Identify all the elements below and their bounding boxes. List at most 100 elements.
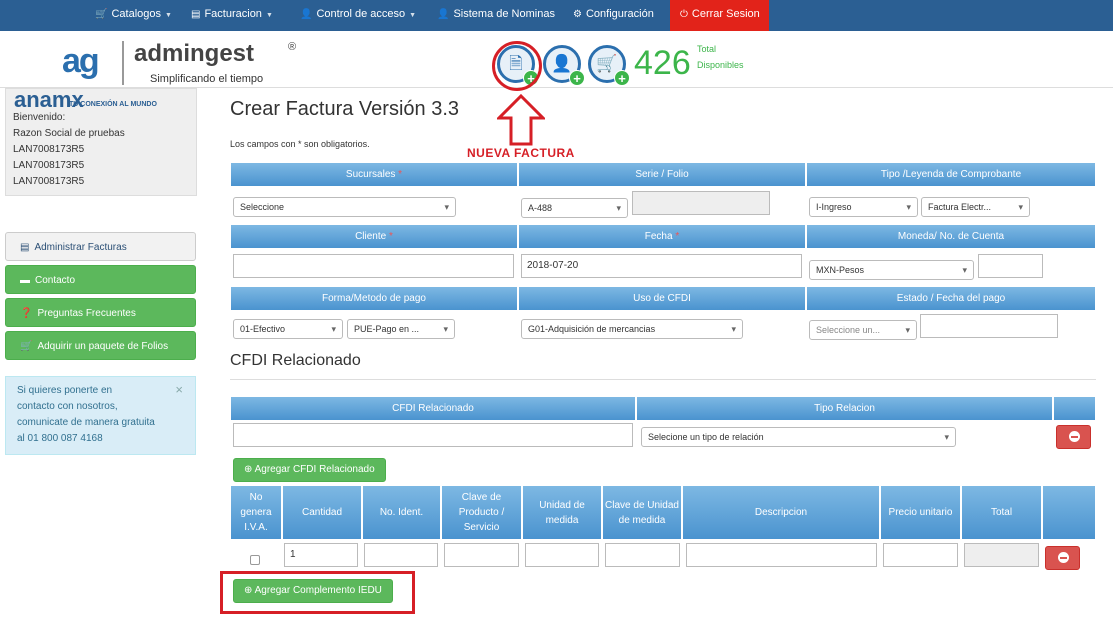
nueva-factura-label: NUEVA FACTURA: [467, 146, 575, 160]
col-precio: Precio unitario: [881, 486, 961, 539]
header-cliente: Cliente *: [231, 225, 518, 248]
sucursal-select[interactable]: Seleccione: [233, 197, 456, 217]
info-line-1: Si quieres ponerte en: [17, 385, 113, 396]
no-iva-checkbox[interactable]: [250, 555, 260, 565]
estado-select[interactable]: Seleccione un...: [809, 320, 917, 340]
highlight-box: [220, 571, 415, 614]
plus-icon: +: [614, 70, 630, 86]
required-mark: *: [389, 231, 393, 242]
nav-catalogos[interactable]: 🛒 Catalogos ▼: [95, 0, 172, 31]
cantidad-input[interactable]: 1: [284, 543, 358, 567]
col-total: Total: [962, 486, 1042, 539]
caret-down-icon: ▼: [265, 12, 273, 19]
nav-facturacion[interactable]: ▤ Facturacion ▼: [191, 0, 273, 31]
header-fecha: Fecha *: [519, 225, 806, 248]
clave-unidad-input[interactable]: [605, 543, 680, 567]
sidebar-administrar-facturas[interactable]: ▤ Administrar Facturas: [5, 232, 196, 261]
cart-icon: 🛒: [20, 341, 33, 352]
tipo-relacion-select[interactable]: Selecione un tipo de relación: [641, 427, 956, 447]
rfc-line-1: LAN7008173R5: [13, 144, 85, 155]
sidebar-preguntas-label: Preguntas Frecuentes: [37, 308, 136, 319]
uso-cfdi-select[interactable]: G01-Adquisición de mercancias: [521, 319, 743, 339]
total-field: [964, 543, 1039, 567]
leyenda-select[interactable]: Factura Electr...: [921, 197, 1030, 217]
caret-down-icon: ▼: [165, 12, 172, 19]
rfc-line-3: LAN7008173R5: [13, 176, 85, 187]
col-ident: No. Ident.: [363, 486, 441, 539]
plus-circle-icon: ⊕: [244, 464, 255, 475]
count-label-disponibles: Disponibles: [697, 60, 744, 70]
cuenta-input[interactable]: [978, 254, 1043, 278]
descripcion-input[interactable]: [686, 543, 877, 567]
nav-nominas-label: Sistema de Nominas: [453, 8, 555, 20]
nav-facturacion-label: Facturacion: [204, 8, 262, 20]
chat-icon: ▬: [20, 275, 30, 286]
remove-cfdi-button[interactable]: [1056, 425, 1091, 449]
folios-count-label: Total Disponibles: [697, 41, 744, 73]
col-actions: [1043, 486, 1096, 539]
col-cantidad: Cantidad: [283, 486, 362, 539]
ident-input[interactable]: [364, 543, 438, 567]
up-arrow-icon: [497, 94, 545, 146]
logo-name: admingest: [134, 40, 255, 67]
company-logo: anamx: [14, 87, 84, 112]
sidebar-preguntas[interactable]: ❓ Preguntas Frecuentes: [5, 298, 196, 327]
header-sucursales: Sucursales *: [231, 163, 518, 186]
divider: [230, 379, 1096, 380]
col-descripcion: Descripcion: [683, 486, 880, 539]
nav-configuracion[interactable]: ⚙ Configuración: [573, 0, 654, 31]
tipo-comprobante-select[interactable]: I-Ingreso: [809, 197, 918, 217]
section-cfdi-relacionado: CFDI Relacionado: [230, 352, 361, 369]
sidebar-contacto[interactable]: ▬ Contacto: [5, 265, 196, 294]
info-line-2: contacto con nosotros,: [17, 401, 118, 412]
required-note: Los campos con * son obligatorios.: [230, 139, 370, 149]
required-mark: *: [398, 169, 403, 180]
sidebar-adquirir-folios[interactable]: 🛒 Adquirir un paquete de Folios: [5, 331, 196, 360]
top-navbar: 🛒 Catalogos ▼ ▤ Facturacion ▼ 👤 Control de ac…: [0, 0, 1113, 31]
header-cliente-label: Cliente: [355, 231, 387, 242]
fecha-pago-input[interactable]: [920, 314, 1058, 338]
header-moneda: Moneda/ No. de Cuenta: [807, 225, 1096, 248]
precio-input[interactable]: [883, 543, 958, 567]
agregar-cfdi-button[interactable]: ⊕ Agregar CFDI Relacionado: [233, 458, 386, 482]
gear-icon: ⚙: [573, 9, 582, 20]
cfdi-relacionado-input[interactable]: [233, 423, 633, 447]
cart-icon: 🛒: [95, 9, 108, 20]
cliente-input[interactable]: [233, 254, 514, 278]
header-fecha-label: Fecha: [644, 231, 673, 242]
nav-nominas[interactable]: 👤 Sistema de Nominas: [437, 0, 555, 31]
sidebar-contacto-label: Contacto: [35, 275, 76, 286]
welcome-text: Bienvenido:: [13, 112, 66, 123]
new-client-icon[interactable]: 👤 +: [543, 45, 585, 86]
agregar-cfdi-label: Agregar CFDI Relacionado: [254, 464, 375, 475]
forma-pago-select[interactable]: 01-Efectivo: [233, 319, 343, 339]
required-mark: *: [675, 231, 680, 242]
power-icon: ⏻: [680, 9, 688, 20]
fecha-input[interactable]: 2018-07-20: [521, 254, 802, 278]
moneda-select[interactable]: MXN-Pesos: [809, 260, 974, 280]
sidebar-administrar-label: Administrar Facturas: [34, 242, 127, 253]
header-uso-cfdi: Uso de CFDI: [519, 287, 806, 310]
sidebar-adquirir-label: Adquirir un paquete de Folios: [37, 341, 169, 352]
serie-select[interactable]: A-488: [521, 198, 628, 218]
header-serie: Serie / Folio: [519, 163, 806, 186]
plus-icon: +: [569, 70, 585, 86]
remove-item-button[interactable]: [1045, 546, 1080, 570]
nav-cerrar-label: Cerrar Sesion: [691, 8, 760, 20]
col-clave-producto: Clave de Producto / Servicio: [442, 486, 522, 539]
user-info-box: anamx TU CONEXIÓN AL MUNDO Bienvenido: R…: [5, 87, 197, 196]
close-icon[interactable]: ×: [175, 382, 183, 398]
new-product-icon[interactable]: 🛒 +: [588, 45, 630, 86]
clave-producto-input[interactable]: [444, 543, 519, 567]
razon-social: Razon Social de pruebas: [13, 128, 125, 139]
caret-down-icon: ▼: [409, 12, 417, 19]
metodo-pago-select[interactable]: PUE-Pago en ...: [347, 319, 455, 339]
unidad-input[interactable]: [525, 543, 599, 567]
nav-cerrar-sesion[interactable]: ⏻ Cerrar Sesion: [670, 0, 769, 31]
info-line-4: al 01 800 087 4168: [17, 433, 103, 444]
nav-control-acceso[interactable]: 👤 Control de acceso ▼: [300, 0, 416, 31]
question-icon: ❓: [20, 308, 33, 319]
list-icon: ▤: [20, 242, 30, 253]
minus-icon: [1058, 552, 1069, 563]
rfc-line-2: LAN7008173R5: [13, 160, 85, 171]
